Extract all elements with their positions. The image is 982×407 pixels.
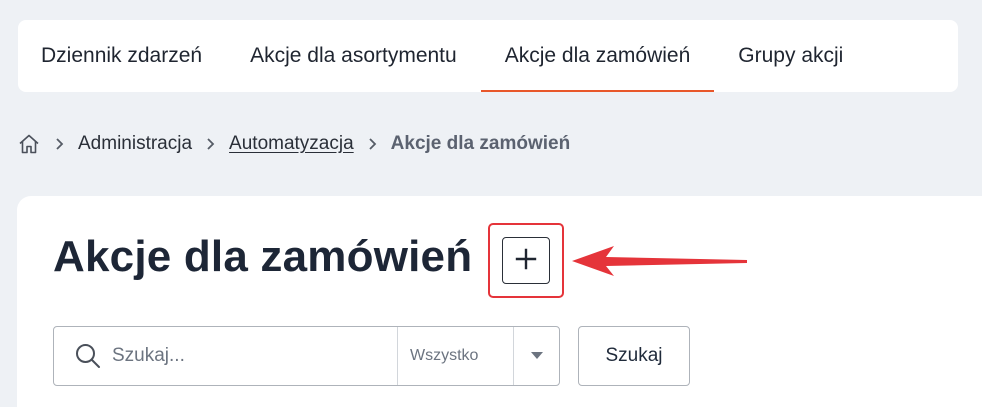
tab-order-actions[interactable]: Akcje dla zamówień — [480, 20, 714, 92]
tab-event-log[interactable]: Dziennik zdarzeń — [41, 20, 202, 92]
add-action-button[interactable] — [502, 237, 550, 284]
tab-bar: Dziennik zdarzeń Akcje dla asortymentu A… — [18, 20, 958, 92]
page-title: Akcje dla zamówień — [53, 232, 473, 281]
breadcrumb-item-administration[interactable]: Administracja — [78, 133, 192, 155]
tab-label: Grupy akcji — [738, 44, 844, 67]
chevron-right-icon — [368, 137, 377, 151]
search-scope-value: Wszystko — [410, 347, 479, 364]
plus-icon — [515, 248, 537, 273]
tab-label: Dziennik zdarzeń — [41, 44, 203, 67]
tab-product-actions[interactable]: Akcje dla asortymentu — [250, 20, 457, 92]
search-scope-select[interactable]: Wszystko — [397, 327, 513, 385]
tab-action-groups[interactable]: Grupy akcji — [738, 20, 843, 92]
search-scope-dropdown[interactable] — [513, 327, 559, 385]
search-group: Wszystko — [53, 326, 560, 386]
breadcrumb: Administracja Automatyzacja Akcje dla za… — [17, 130, 570, 158]
breadcrumb-item-automation[interactable]: Automatyzacja — [229, 133, 354, 155]
search-input[interactable] — [112, 327, 397, 385]
annotation-arrow-icon — [572, 244, 752, 283]
home-icon[interactable] — [17, 132, 41, 156]
search-icon — [54, 327, 112, 385]
breadcrumb-item-current: Akcje dla zamówień — [390, 133, 571, 154]
chevron-right-icon — [55, 137, 64, 151]
caret-down-icon — [530, 347, 543, 365]
page: Dziennik zdarzeń Akcje dla asortymentu A… — [0, 0, 982, 407]
search-button[interactable]: Szukaj — [578, 326, 690, 386]
tab-label: Akcje dla asortymentu — [250, 44, 457, 67]
chevron-right-icon — [206, 137, 215, 151]
tab-label: Akcje dla zamówień — [504, 44, 691, 67]
